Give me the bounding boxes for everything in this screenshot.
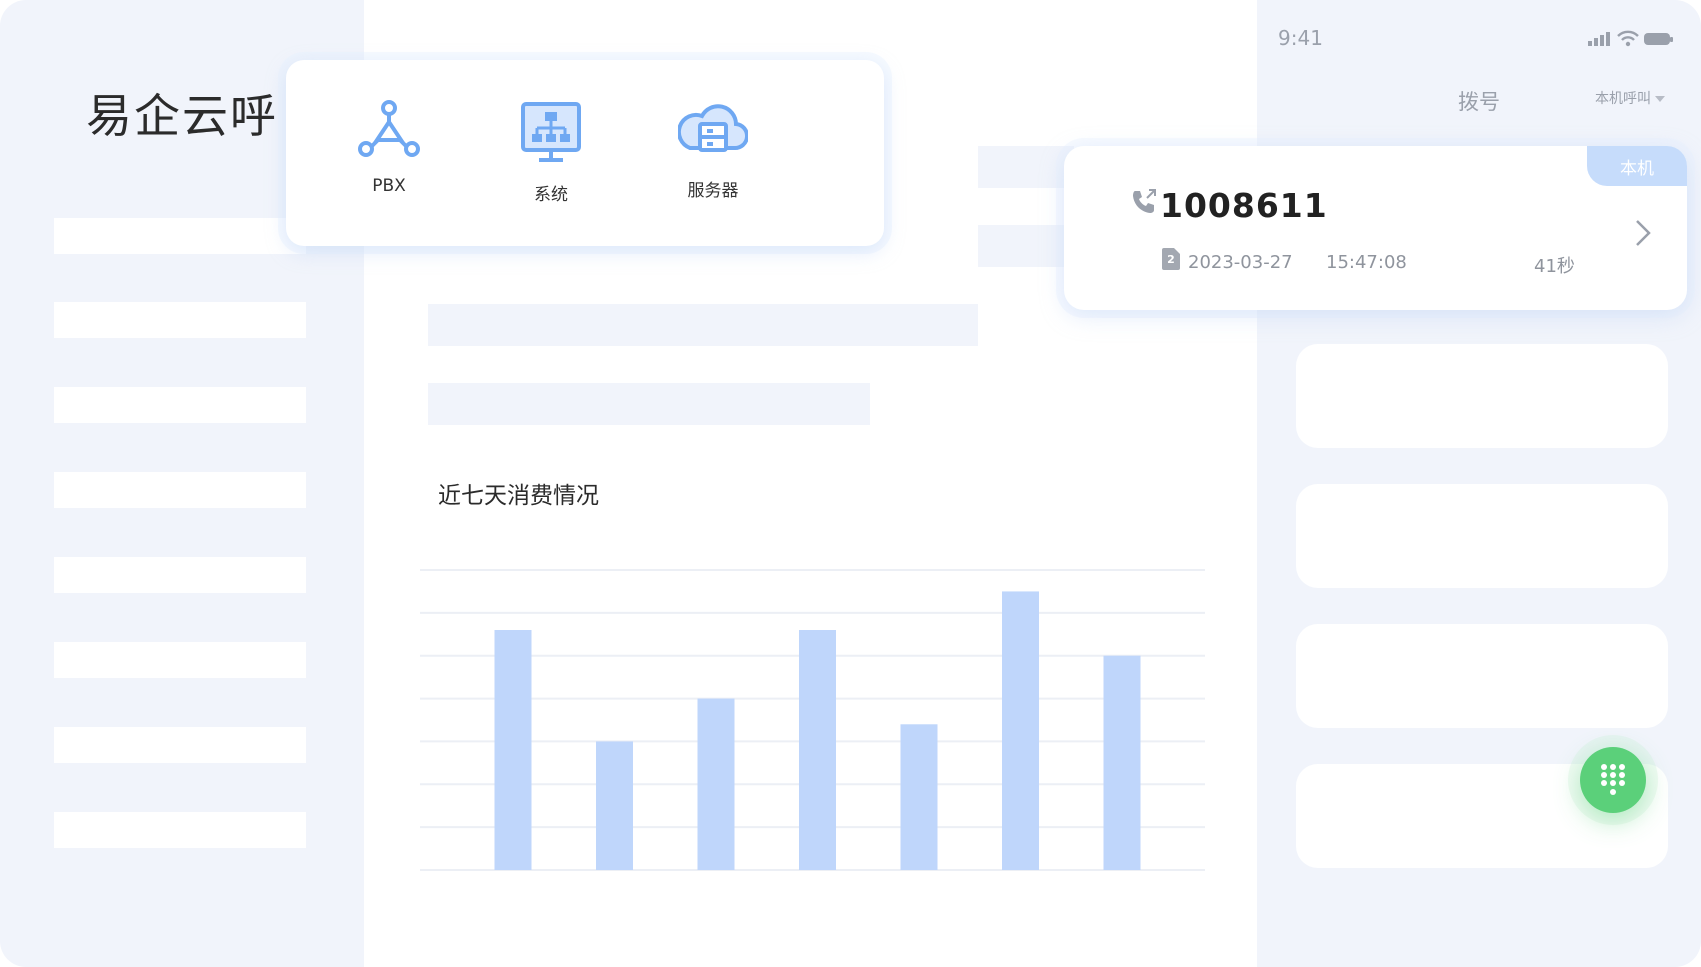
call-record-placeholder[interactable]	[1296, 624, 1668, 728]
wifi-icon	[1617, 30, 1639, 41]
call-record-placeholder[interactable]	[1296, 344, 1668, 448]
sim-card-icon: 2	[1162, 248, 1180, 270]
dialpad-button[interactable]	[1580, 747, 1646, 813]
chevron-down-icon	[1655, 96, 1665, 102]
chart-bar	[1002, 591, 1039, 870]
battery-icon	[1644, 33, 1673, 45]
chart-bar	[697, 698, 735, 870]
sidebar-item[interactable]	[54, 387, 306, 423]
module-label: 系统	[534, 185, 568, 205]
sidebar-item[interactable]	[54, 302, 306, 338]
chart-bar	[1103, 655, 1141, 870]
module-system[interactable]: 系统	[491, 100, 611, 205]
content-placeholder	[428, 304, 978, 346]
content-placeholder	[978, 225, 1074, 267]
line-badge: 本机	[1587, 146, 1687, 186]
sim-slot-number: 2	[1167, 253, 1175, 266]
module-label: 服务器	[687, 181, 739, 201]
call-date: 2023-03-27	[1188, 252, 1293, 273]
call-mode-label: 本机呼叫	[1595, 91, 1651, 107]
chart-bar	[596, 741, 633, 870]
chart-title: 近七天消费情况	[438, 483, 599, 509]
sidebar-item[interactable]	[54, 812, 306, 848]
consumption-bar-chart	[420, 569, 1205, 871]
status-time: 9:41	[1278, 26, 1323, 50]
brand-title: 易企云呼	[86, 89, 278, 143]
content-placeholder	[428, 383, 870, 425]
sidebar-item[interactable]	[54, 557, 306, 593]
phone-number: 1008611	[1160, 186, 1328, 225]
call-duration: 41秒	[1534, 256, 1575, 277]
chart-bar	[900, 724, 938, 870]
module-server[interactable]: 服务器	[653, 100, 773, 201]
outgoing-call-icon	[1133, 189, 1156, 213]
module-pbx[interactable]: PBX	[329, 100, 449, 196]
modules-card: PBX 系统 服务器	[286, 60, 884, 246]
chevron-right-icon[interactable]	[1634, 218, 1652, 248]
network-nodes-icon	[358, 100, 420, 157]
call-time: 15:47:08	[1326, 252, 1407, 273]
chart-bar	[799, 630, 836, 870]
sidebar-item[interactable]	[54, 642, 306, 678]
signal-icon	[1588, 32, 1610, 46]
sidebar-item[interactable]	[54, 472, 306, 508]
cloud-server-icon	[678, 104, 748, 152]
content-placeholder	[978, 146, 1074, 188]
dialpad-icon	[1601, 764, 1625, 795]
chart-bar	[494, 630, 532, 870]
call-record-card[interactable]: 本机 1008611 2 2023-03-27 15:47:08 41秒	[1064, 146, 1687, 310]
sidebar-item[interactable]	[54, 727, 306, 763]
module-label: PBX	[372, 176, 406, 196]
system-monitor-icon	[521, 102, 581, 162]
call-record-placeholder[interactable]	[1296, 484, 1668, 588]
call-mode-dropdown[interactable]: 本机呼叫	[1595, 88, 1665, 108]
status-bar-icons	[1588, 30, 1673, 47]
sidebar-item[interactable]	[54, 218, 306, 254]
dial-tab-title[interactable]: 拨号	[1458, 86, 1500, 116]
